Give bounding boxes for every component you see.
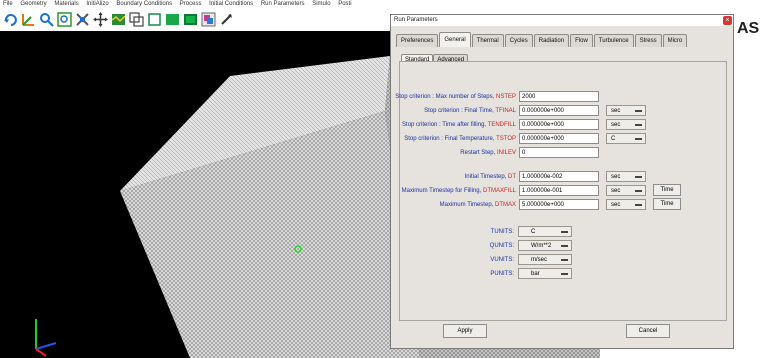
tab-micro[interactable]: Micro <box>662 34 688 47</box>
copy-icon[interactable] <box>129 12 144 27</box>
dtmaxfill-input[interactable]: 1.000000e-001 <box>519 185 599 196</box>
rotate-icon[interactable] <box>3 12 18 27</box>
field-label: Restart Step, INILEV <box>460 150 516 156</box>
dropdown-icon <box>561 245 568 247</box>
punits-select[interactable]: bar <box>518 268 572 279</box>
dialog-titlebar[interactable]: Run Parameters × <box>391 15 733 26</box>
vunits-label: VUNITS: <box>490 257 514 263</box>
qunits-select[interactable]: W/m**2 <box>518 240 572 251</box>
dropdown-icon <box>561 231 568 233</box>
unit-select[interactable]: sec <box>606 199 646 210</box>
dropdown-icon <box>635 110 642 112</box>
field-label: Stop criterion : Max number of Steps, NS… <box>395 94 516 100</box>
menu-initialize[interactable]: InitiAlizo <box>86 0 108 9</box>
cancel-button[interactable]: Cancel <box>626 324 670 338</box>
tunits-select[interactable]: C <box>518 226 572 237</box>
menu-boundary-conditions[interactable]: Boundary Conditions <box>116 0 172 9</box>
unit-select[interactable]: sec <box>606 119 646 130</box>
tab-flow[interactable]: Flow <box>570 34 593 47</box>
main-tabs: Preferences General Thermal Cycles Radiation… <box>396 29 688 47</box>
layers-icon[interactable] <box>201 12 216 27</box>
unit-select[interactable]: sec <box>606 185 646 196</box>
row-tunits: TUNITS: C <box>400 226 728 238</box>
vunits-select[interactable]: m/sec <box>518 254 572 265</box>
general-panel: Stop criterion : Max number of Steps, NS… <box>395 61 728 321</box>
row-punits: PUNITS: bar <box>400 268 728 280</box>
field-label: Stop criterion : Time after filling, TEN… <box>402 122 516 128</box>
dropdown-icon <box>635 138 642 140</box>
menu-materials[interactable]: Materials <box>54 0 78 9</box>
dropdown-icon <box>635 124 642 126</box>
row-dt: Initial Timestep, DT 1.000000e-002 sec <box>400 171 728 183</box>
menu-run-parameters[interactable]: Run Parameters <box>261 0 305 9</box>
pointer-icon[interactable] <box>219 12 234 27</box>
time-button[interactable]: Time <box>653 184 681 196</box>
unit-select[interactable]: sec <box>606 105 646 116</box>
dropdown-icon <box>635 176 642 178</box>
dropdown-icon <box>561 259 568 261</box>
dropdown-icon <box>635 204 642 206</box>
tab-general[interactable]: General <box>439 32 471 47</box>
partial-logo-text: AS <box>737 20 760 37</box>
field-label: Stop criterion : Final Time, TFINAL <box>424 108 516 114</box>
menu-bar: File Geometry Materials InitiAlizo Bound… <box>0 0 761 9</box>
row-dtmax: Maximum Timestep, DTMAX 5.000000e+000 se… <box>400 198 728 211</box>
row-tfinal: Stop criterion : Final Time, TFINAL 0.00… <box>400 105 728 117</box>
solid-dark-icon[interactable] <box>183 12 198 27</box>
zoom-icon[interactable] <box>39 12 54 27</box>
menu-process[interactable]: Process <box>180 0 202 9</box>
menu-file[interactable]: File <box>3 0 13 9</box>
row-vunits: VUNITS: m/sec <box>400 254 728 266</box>
menu-geometry[interactable]: Geometry <box>20 0 46 9</box>
axis-x <box>35 342 57 350</box>
dropdown-icon <box>561 273 568 275</box>
inilev-input[interactable]: 0 <box>519 147 599 158</box>
tab-preferences[interactable]: Preferences <box>396 34 439 47</box>
solid-icon[interactable] <box>165 12 180 27</box>
tab-cycles[interactable]: Cycles <box>504 34 533 47</box>
field-label: Stop criterion : Final Temperature, TSTO… <box>404 136 516 142</box>
unit-select[interactable]: sec <box>606 171 646 182</box>
tab-radiation[interactable]: Radiation <box>533 34 570 47</box>
tstop-input[interactable]: 0.000000e+000 <box>519 133 599 144</box>
field-label: Maximum Timestep, DTMAX <box>439 202 516 208</box>
menu-initial-conditions[interactable]: Initial Conditions <box>209 0 253 9</box>
frame-icon[interactable] <box>147 12 162 27</box>
row-qunits: QUNITS: W/m**2 <box>400 240 728 252</box>
dt-input[interactable]: 1.000000e-002 <box>519 171 599 182</box>
time-button[interactable]: Time <box>653 198 681 210</box>
run-parameters-dialog: Run Parameters × Preferences General Therm… <box>390 14 734 349</box>
qunits-label: QUNITS: <box>489 243 514 249</box>
field-label: Maximum Timestep for Filling, DTMAXFILL <box>401 188 516 194</box>
tendfill-input[interactable]: 0.000000e+000 <box>519 119 599 130</box>
tab-stress[interactable]: Stress <box>634 34 662 47</box>
apply-button[interactable]: Apply <box>443 324 487 338</box>
tab-thermal[interactable]: Thermal <box>471 34 504 47</box>
row-tendfill: Stop criterion : Time after filling, TEN… <box>400 119 728 131</box>
row-dtmaxfill: Maximum Timestep for Filling, DTMAXFILL … <box>400 184 728 197</box>
dropdown-icon <box>635 190 642 192</box>
pan-icon[interactable] <box>93 12 108 27</box>
close-icon[interactable]: × <box>723 16 732 25</box>
mesh-view-icon[interactable] <box>111 12 126 27</box>
menu-post[interactable]: Posti <box>338 0 351 9</box>
menu-simulation[interactable]: Simulo <box>312 0 330 9</box>
tfinal-input[interactable]: 0.000000e+000 <box>519 105 599 116</box>
row-tstop: Stop criterion : Final Temperature, TSTO… <box>400 133 728 145</box>
row-inilev: Restart Step, INILEV 0 <box>400 147 728 159</box>
dtmax-input[interactable]: 5.000000e+000 <box>519 199 599 210</box>
axes-icon[interactable] <box>21 12 36 27</box>
axis-z <box>35 348 47 357</box>
tab-turbulence[interactable]: Turbulence <box>593 34 634 47</box>
nstep-input[interactable]: 2000 <box>519 91 599 102</box>
dialog-title: Run Parameters <box>394 17 438 23</box>
zoom-box-icon[interactable] <box>57 12 72 27</box>
field-label: Initial Timestep, DT <box>464 174 516 180</box>
unit-select[interactable]: C <box>606 133 646 144</box>
punits-label: PUNITS: <box>490 271 514 277</box>
fit-icon[interactable] <box>75 12 90 27</box>
tunits-label: TUNITS: <box>490 229 514 235</box>
toolbar <box>0 9 390 31</box>
row-nstep: Stop criterion : Max number of Steps, NS… <box>395 91 728 103</box>
